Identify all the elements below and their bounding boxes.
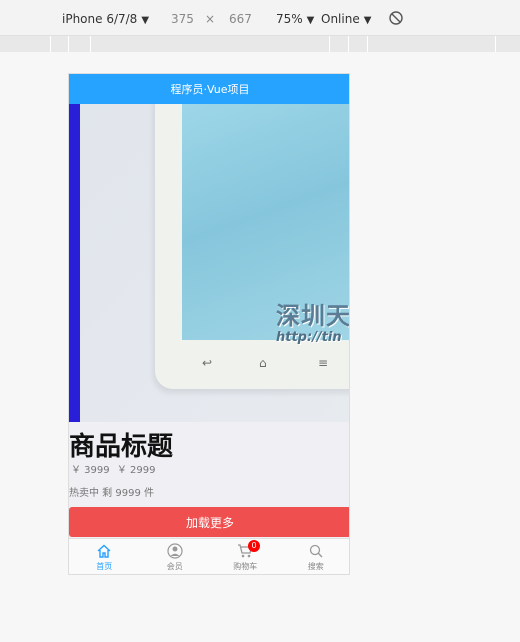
zoom-select[interactable]: 75% ▼ [276,12,314,26]
home-key-icon: ⌂ [259,356,267,370]
watermark-url: http://tin [276,330,342,345]
device-select[interactable]: iPhone 6/7/8 ▼ [62,12,149,26]
app-header: 程序员·Vue项目 [69,74,349,104]
device-label: iPhone 6/7/8 [62,12,138,26]
device-toolbar: iPhone 6/7/8 ▼ 375 × 667 75% ▼ Online ▼ [0,0,520,36]
header-title: 程序员·Vue项目 [170,83,250,96]
back-key-icon: ↩ [202,356,213,370]
product-image-swipe[interactable]: ↩ ⌂ ≡ 深圳天 http://tin [69,104,350,422]
rotate-icon[interactable] [388,10,404,26]
watermark-text: 深圳天 [276,302,350,330]
dimension-separator: × [205,12,216,26]
network-select[interactable]: Online ▼ [321,12,371,26]
tab-cart[interactable]: 0 购物车 [210,539,281,574]
tab-label: 搜索 [307,562,324,571]
load-more-button[interactable]: 加载更多 [69,507,349,537]
tabbar: 首页 会员 0 购物车 搜索 [69,538,350,574]
menu-key-icon: ≡ [318,356,329,370]
product-title: 商品标题 [69,432,174,462]
price-now: ￥ 3999 [71,465,110,476]
zoom-label: 75% [276,12,303,26]
swipe-indicator [69,104,80,422]
width-input[interactable]: 375 [171,12,194,26]
price-old: ￥ 2999 [116,465,156,476]
tab-home[interactable]: 首页 [69,539,140,574]
media-query-ruler [0,36,520,52]
home-icon [97,544,111,558]
user-icon [167,543,183,559]
cart-badge: 0 [248,540,260,552]
tab-search[interactable]: 搜索 [281,539,350,574]
network-label: Online [321,12,360,26]
tab-label: 会员 [166,562,183,571]
stock-text: 热卖中 剩 9999 件 [69,488,154,499]
height-input[interactable]: 667 [229,12,252,26]
chevron-down-icon: ▼ [363,15,372,26]
tab-label: 首页 [96,562,113,571]
price-row: ￥ 3999 ￥ 2999 [71,461,159,476]
tab-member[interactable]: 会员 [140,539,211,574]
chevron-down-icon: ▼ [141,15,150,26]
tab-label: 购物车 [233,562,258,571]
chevron-down-icon: ▼ [306,15,315,26]
search-icon [309,544,323,558]
device-viewport: 程序员·Vue项目 ↩ ⌂ ≡ 深圳天 http://tin 商品标题 ￥ 39… [68,73,350,575]
